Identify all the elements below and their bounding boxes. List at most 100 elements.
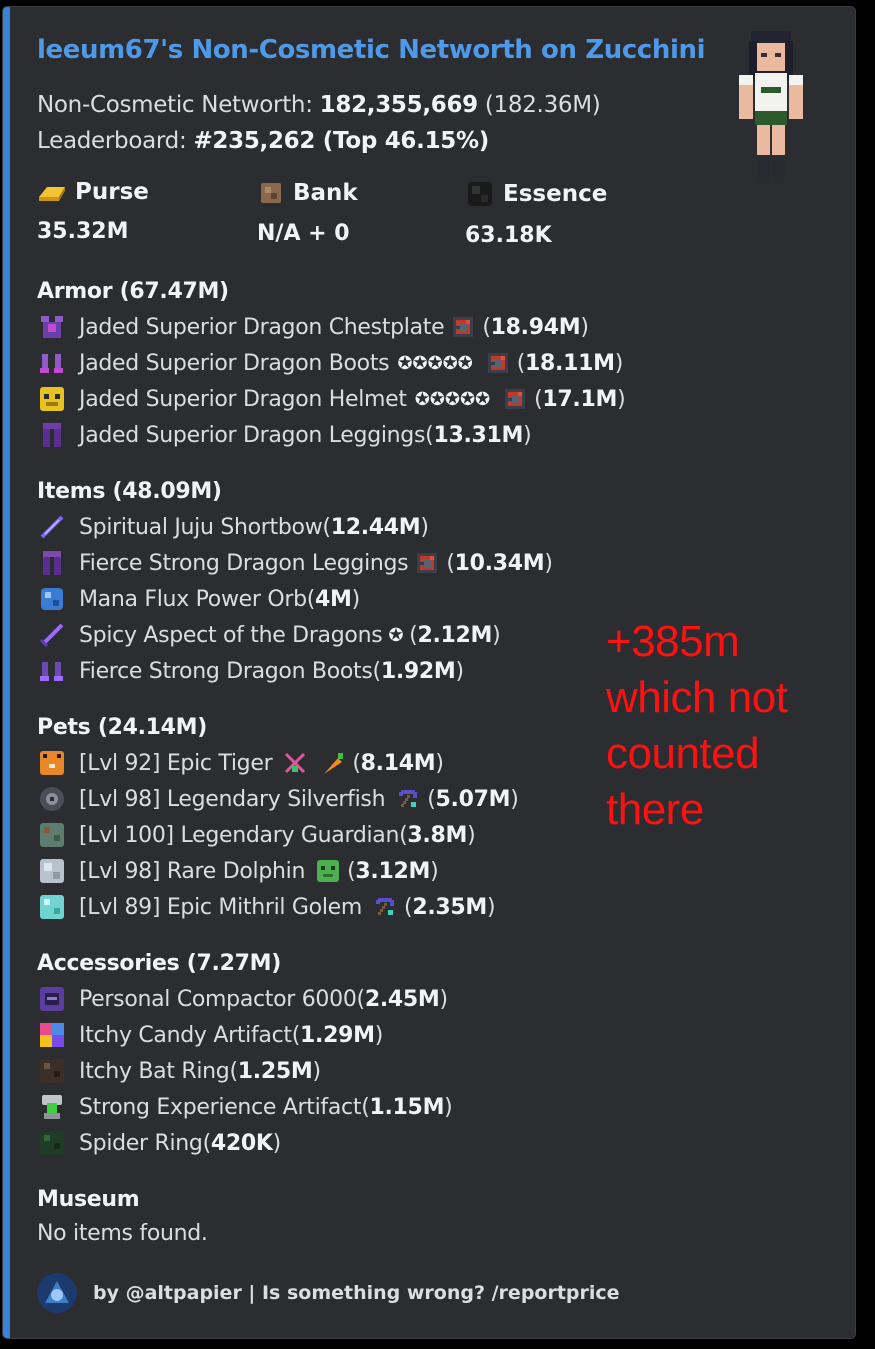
item-value: 17.1M xyxy=(542,386,618,412)
leggings-icon xyxy=(43,551,61,575)
leaderboard-label: Leaderboard: xyxy=(37,128,194,154)
items-section-title: Items (48.09M) xyxy=(37,479,222,504)
list-item: Jaded Superior Dragon Chestplate (18.94M… xyxy=(37,312,589,342)
gold-ingot-icon xyxy=(39,187,65,201)
star-rating: ✪✪✪✪✪ xyxy=(397,352,473,374)
item-name: [Lvl 92] Epic Tiger xyxy=(79,750,273,776)
compactor-icon xyxy=(40,987,64,1011)
list-item: Strong Experience Artifact (1.15M) xyxy=(37,1092,453,1122)
zombie-head-icon xyxy=(317,860,340,882)
list-item: Jaded Superior Dragon Helmet ✪✪✪✪✪ (17.1… xyxy=(37,384,626,414)
star-rating: ✪✪✪✪✪ xyxy=(414,388,491,410)
tiger-icon xyxy=(40,751,64,775)
item-name: Jaded Superior Dragon Helmet xyxy=(79,386,407,412)
museum-section-title: Museum xyxy=(37,1187,140,1212)
dolphin-icon xyxy=(40,859,64,883)
item-value: 1.25M xyxy=(237,1058,313,1084)
wither-essence-icon xyxy=(468,182,492,206)
item-value: 12.44M xyxy=(330,514,421,540)
item-value: 2.45M xyxy=(364,986,440,1012)
item-name: Jaded Superior Dragon Chestplate xyxy=(79,314,445,340)
sword-icon xyxy=(39,623,64,648)
item-value: 10.34M xyxy=(454,550,545,576)
item-name: Personal Compactor 6000 xyxy=(79,986,357,1012)
list-item: Spider Ring (420K) xyxy=(37,1128,281,1158)
annotation-line: there xyxy=(606,785,704,834)
list-item: [Lvl 98] Legendary Silverfish (5.07M) xyxy=(37,784,519,814)
pets-section-title: Pets (24.14M) xyxy=(37,715,208,740)
list-item: Mana Flux Power Orb (4M) xyxy=(37,584,360,614)
field-purse-value: 35.32M xyxy=(37,219,129,244)
gemstone-icon xyxy=(414,550,440,576)
item-value: 18.94M xyxy=(490,314,581,340)
list-item: [Lvl 89] Epic Mithril Golem (2.35M) xyxy=(37,892,496,922)
item-value: 1.92M xyxy=(380,658,456,684)
gemstone-icon xyxy=(485,350,511,376)
mithril-golem-icon xyxy=(40,895,64,919)
field-bank-value: N/A + 0 xyxy=(257,221,350,246)
field-bank: Bank N/A + 0 xyxy=(257,179,358,246)
embed-accent-bar xyxy=(3,7,10,1338)
item-name: [Lvl 100] Legendary Guardian xyxy=(79,822,400,848)
embed-title-link[interactable]: leeum67's Non-Cosmetic Networth on Zucch… xyxy=(37,35,705,65)
guardian-icon xyxy=(40,823,64,847)
list-item: [Lvl 92] Epic Tiger (8.14M) xyxy=(37,748,444,778)
item-value: 3.8M xyxy=(407,822,468,848)
footer-text: by @altpapier | Is something wrong? /rep… xyxy=(93,1282,620,1304)
carrot-icon xyxy=(324,753,344,774)
list-item: [Lvl 98] Rare Dolphin (3.12M) xyxy=(37,856,439,886)
pickaxe-icon xyxy=(372,894,398,920)
leggings-icon xyxy=(43,423,61,447)
item-value: 18.11M xyxy=(525,350,615,376)
networth-short: (182.36M) xyxy=(477,92,601,118)
list-item: Itchy Candy Artifact (1.29M) xyxy=(37,1020,383,1050)
item-name: Itchy Candy Artifact xyxy=(79,1022,292,1048)
item-name: Fierce Strong Dragon Leggings xyxy=(79,550,409,576)
bat-ring-icon xyxy=(40,1059,64,1083)
item-name: [Lvl 98] Legendary Silverfish xyxy=(79,786,386,812)
item-name: Itchy Bat Ring xyxy=(79,1058,230,1084)
item-value: 4M xyxy=(315,586,352,612)
sword-item-icon xyxy=(285,752,306,774)
field-essence: Essence 63.18K xyxy=(465,179,607,248)
item-value: 8.14M xyxy=(360,750,436,776)
footer-avatar xyxy=(37,1273,77,1313)
pickaxe-icon xyxy=(395,786,421,812)
list-item: Personal Compactor 6000 (2.45M) xyxy=(37,984,448,1014)
silverfish-icon xyxy=(40,787,64,811)
list-item: Fierce Strong Dragon Boots (1.92M) xyxy=(37,656,464,686)
item-name: Fierce Strong Dragon Boots xyxy=(79,658,373,684)
item-value: 5.07M xyxy=(435,786,511,812)
annotation-line: which not xyxy=(606,673,788,722)
leaderboard-rank: #235,262 xyxy=(193,128,316,154)
player-skin-thumbnail xyxy=(739,31,803,183)
chestplate-icon xyxy=(41,316,63,338)
item-name: Spiritual Juju Shortbow xyxy=(79,514,323,540)
item-name: Mana Flux Power Orb xyxy=(79,586,307,612)
list-item: Jaded Superior Dragon Boots ✪✪✪✪✪ (18.11… xyxy=(37,348,623,378)
leaderboard-line: Leaderboard: #235,262 (Top 46.15%) xyxy=(37,127,489,155)
networth-label: Non-Cosmetic Networth: xyxy=(37,92,320,118)
boots-icon xyxy=(40,354,63,373)
field-purse-name: Purse xyxy=(75,179,149,205)
item-value: 2.12M xyxy=(417,622,493,648)
networth-line: Non-Cosmetic Networth: 182,355,669 (182.… xyxy=(37,91,601,119)
item-value: 1.29M xyxy=(300,1022,375,1048)
bank-bag-icon xyxy=(261,183,281,203)
helmet-icon xyxy=(40,387,64,411)
item-value: 1.15M xyxy=(369,1094,445,1120)
candy-icon xyxy=(40,1023,64,1047)
list-item: Fierce Strong Dragon Leggings (10.34M) xyxy=(37,548,553,578)
shortbow-icon xyxy=(40,515,64,539)
list-item: [Lvl 100] Legendary Guardian (3.8M) xyxy=(37,820,476,850)
item-name: Spicy Aspect of the Dragons xyxy=(79,622,383,648)
item-name: Spider Ring xyxy=(79,1130,203,1156)
item-name: [Lvl 98] Rare Dolphin xyxy=(79,858,306,884)
list-item: Spicy Aspect of the Dragons ✪ (2.12M) xyxy=(37,620,501,650)
leaderboard-top: (Top 46.15%) xyxy=(315,128,489,154)
museum-empty-text: No items found. xyxy=(37,1221,208,1246)
gemstone-icon xyxy=(502,386,528,412)
networth-value: 182,355,669 xyxy=(319,92,479,118)
power-orb-icon xyxy=(41,588,63,610)
embed-footer: by @altpapier | Is something wrong? /rep… xyxy=(37,1273,620,1313)
